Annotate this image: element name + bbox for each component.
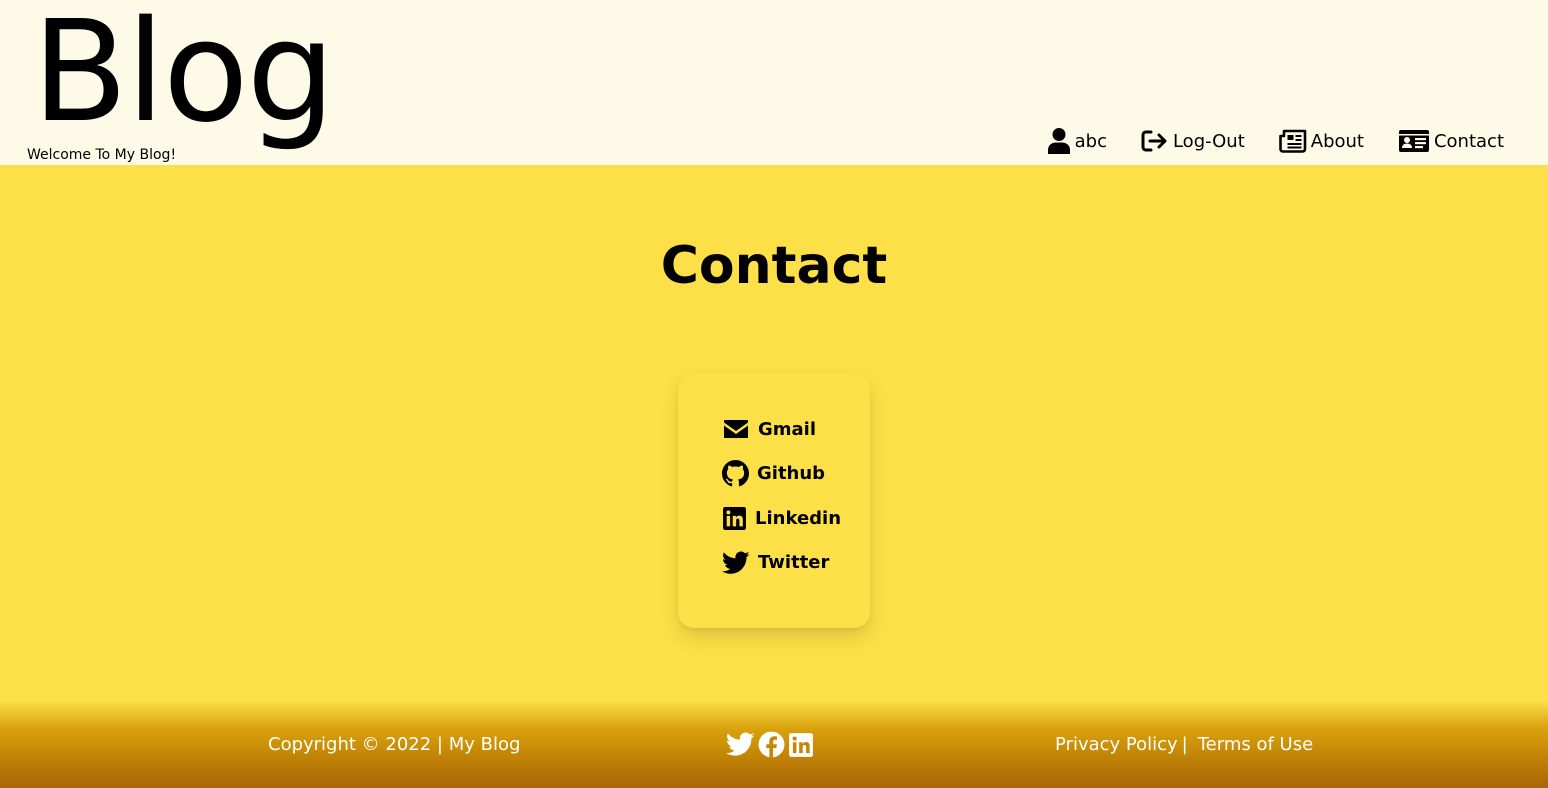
site-footer: Copyright © 2022 | My Blog Privacy Polic… xyxy=(0,700,1548,788)
nav-user[interactable]: abc xyxy=(1047,127,1107,155)
contact-linkedin-label: Linkedin xyxy=(755,507,842,529)
nav-contact-label: Contact xyxy=(1433,130,1504,152)
site-tagline: Welcome To My Blog! xyxy=(27,147,177,163)
twitter-icon[interactable] xyxy=(726,732,755,757)
contact-github-label: Github xyxy=(757,463,826,484)
linkedin-icon[interactable] xyxy=(788,732,814,758)
contact-card: Gmail Github Linkedin Twitter xyxy=(678,373,870,628)
user-icon xyxy=(1047,128,1070,154)
main-nav: abc Log-Out About Contact xyxy=(1047,127,1504,155)
linkedin-icon xyxy=(723,506,746,530)
contact-gmail-label: Gmail xyxy=(758,418,817,440)
footer-separator: | xyxy=(1181,734,1188,755)
newspaper-icon xyxy=(1278,129,1307,153)
logout-icon xyxy=(1141,130,1167,152)
footer-copyright: Copyright © 2022 | My Blog xyxy=(268,734,521,755)
nav-about-label: About xyxy=(1310,130,1364,152)
twitter-icon xyxy=(722,550,750,574)
contact-gmail-link[interactable]: Gmail xyxy=(722,415,841,443)
site-logo-text[interactable]: Blog xyxy=(32,0,335,153)
nav-logout-label: Log-Out xyxy=(1172,130,1245,152)
page-title: Contact xyxy=(660,236,888,296)
nav-about[interactable]: About xyxy=(1278,129,1364,153)
contact-twitter-label: Twitter xyxy=(758,552,830,573)
github-icon xyxy=(722,460,749,487)
footer-social-links xyxy=(726,731,814,758)
terms-of-use-link[interactable]: Terms of Use xyxy=(1198,733,1313,757)
contact-card-icon xyxy=(1398,130,1429,152)
footer-legal-links: Privacy Policy | Terms of Use xyxy=(1055,733,1313,757)
contact-linkedin-link[interactable]: Linkedin xyxy=(722,504,841,532)
contact-twitter-link[interactable]: Twitter xyxy=(722,549,841,577)
contact-github-link[interactable]: Github xyxy=(722,460,841,488)
nav-contact[interactable]: Contact xyxy=(1398,129,1504,153)
nav-logout[interactable]: Log-Out xyxy=(1141,129,1245,153)
envelope-icon xyxy=(724,420,748,438)
nav-user-label: abc xyxy=(1074,130,1107,152)
contact-list: Gmail Github Linkedin Twitter xyxy=(722,415,841,593)
privacy-policy-link[interactable]: Privacy Policy xyxy=(1055,733,1178,757)
site-header: Blog Welcome To My Blog! abc Log-Out Abo… xyxy=(0,0,1548,165)
facebook-icon[interactable] xyxy=(758,731,785,758)
